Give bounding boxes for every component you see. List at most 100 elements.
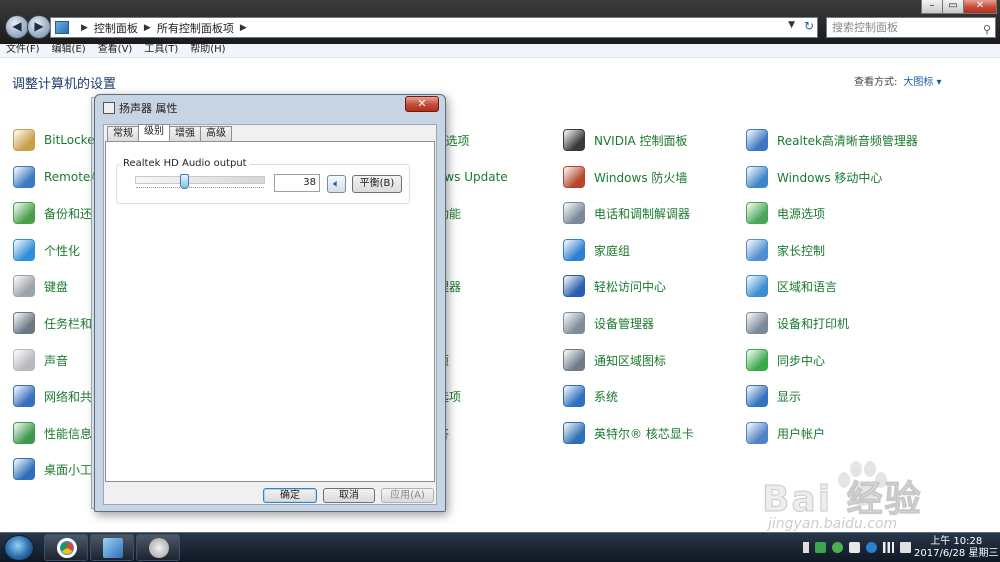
menu-tools[interactable]: 工具(T) [144,44,178,57]
minimize-button[interactable]: – [921,0,943,14]
cp-item-col3-8[interactable]: 英特尔® 核芯显卡 [563,421,694,445]
system-tray [803,542,911,553]
search-icon[interactable]: ⚲ [983,20,991,39]
cp-item-col3-7[interactable]: 系统 [563,384,618,408]
address-bar[interactable]: ▶ 控制面板 ▶ 所有控制面板项 ▶ ▼ ↻ [50,17,818,38]
cp-item-col1-3[interactable]: 个性化 [13,238,80,262]
apply-button[interactable]: 应用(A) [381,488,434,503]
chrome-taskbar-button[interactable] [44,534,88,561]
control-panel-taskbar-button[interactable] [90,534,134,561]
chevron-right-icon[interactable]: ▶ [240,23,247,33]
balance-button[interactable]: 平衡(B) [352,175,402,193]
menu-edit[interactable]: 编辑(E) [52,44,86,57]
item-label: Windows 移动中心 [777,170,883,185]
cp-item-col3-5-icon [563,312,585,334]
cp-item-col4-0[interactable]: Realtek高清晰音频管理器 [746,128,918,152]
tab-advanced[interactable]: 高级 [200,126,232,141]
cp-item-col3-6-icon [563,349,585,371]
cp-item-col1-8[interactable]: 性能信息 [13,421,92,445]
refresh-icon[interactable]: ↻ [804,19,814,33]
item-label: 电源选项 [777,206,826,221]
forward-button[interactable]: ▶ [27,15,51,39]
cp-item-col1-0[interactable]: BitLocke [13,128,95,152]
cp-item-col3-6[interactable]: 通知区域图标 [563,348,666,372]
cp-item-col4-4-icon [746,275,768,297]
close-window-button[interactable]: ✕ [963,0,997,14]
cp-item-col1-6[interactable]: 声音 [13,348,68,372]
close-icon[interactable]: ✕ [405,96,439,112]
tab-enhancements[interactable]: 增强 [169,126,201,141]
tab-strip: 常规 级别 增强 高级 [107,124,232,141]
tab-levels[interactable]: 级别 [138,124,170,141]
cp-item-col4-4[interactable]: 区域和语言 [746,274,837,298]
cp-item-col4-3[interactable]: 家长控制 [746,238,825,262]
menu-view[interactable]: 查看(V) [98,44,133,57]
item-label: Realtek高清晰音频管理器 [777,133,918,148]
battery-icon[interactable] [803,542,809,553]
cp-item-col1-7-icon [13,385,35,407]
volume-tray-icon[interactable] [900,542,911,553]
item-label: 用户帐户 [777,426,826,441]
cp-item-col4-7[interactable]: 显示 [746,384,801,408]
app-k-icon[interactable] [866,542,877,553]
maximize-button[interactable]: ▭ [942,0,964,14]
menu-help[interactable]: 帮助(H) [190,44,225,57]
explorer-title-bar: ◀ ▶ – ▭ ✕ ▶ 控制面板 ▶ 所有控制面板项 ▶ ▼ ↻ 搜索控制面板 … [0,0,1000,44]
sound-taskbar-button[interactable] [136,534,180,561]
cp-item-col1-1-icon [13,166,35,188]
cp-item-col4-5-icon [746,312,768,334]
cp-item-col3-4-icon [563,275,585,297]
cp-item-col1-7[interactable]: 网络和共 [13,384,92,408]
cp-item-col3-3[interactable]: 家庭组 [563,238,630,262]
cp-item-col4-8-icon [746,422,768,444]
clock[interactable]: 上午 10:28 2017/6/28 星期三 [914,536,998,560]
cp-item-col3-0[interactable]: NVIDIA 控制面板 [563,128,688,152]
cp-item-col4-5[interactable]: 设备和打印机 [746,311,849,335]
item-label: 系统 [594,389,619,404]
chrome-icon [57,538,77,558]
cp-item-col3-2[interactable]: 电话和调制解调器 [563,201,690,225]
signal-icon[interactable] [883,542,894,553]
network-icon[interactable] [849,542,860,553]
device-name: Realtek HD Audio output [120,158,250,169]
cp-item-col2-1[interactable]: ows Update [437,165,508,189]
search-input[interactable]: 搜索控制面板 ⚲ [826,17,996,38]
cp-item-col3-2-icon [563,202,585,224]
cp-item-col1-2[interactable]: 备份和还 [13,201,92,225]
cancel-button[interactable]: 取消 [323,488,375,503]
cp-item-col3-4[interactable]: 轻松访问中心 [563,274,666,298]
cp-item-col3-1-icon [563,166,585,188]
clock-time: 上午 10:28 [930,536,983,547]
tab-general[interactable]: 常规 [107,126,139,141]
back-button[interactable]: ◀ [5,15,29,39]
cp-item-col1-9[interactable]: 桌面小工 [13,457,92,481]
item-label: 通知区域图标 [594,353,667,368]
cp-item-col1-1[interactable]: RemoteA [13,165,99,189]
security-icon[interactable] [815,542,826,553]
item-label: 设备管理器 [594,316,655,331]
menu-file[interactable]: 文件(F) [6,44,40,57]
view-by-dropdown[interactable]: 大图标 ▾ [903,77,941,88]
cp-item-col4-1[interactable]: Windows 移动中心 [746,165,882,189]
ok-button[interactable]: 确定 [263,488,317,503]
breadcrumb-all-items[interactable]: 所有控制面板项 [157,20,234,36]
cp-item-col4-8[interactable]: 用户帐户 [746,421,825,445]
cp-item-col1-5[interactable]: 任务栏和 [13,311,92,335]
breadcrumb-control-panel[interactable]: 控制面板 [94,20,138,36]
volume-value-field[interactable]: 38 [274,174,320,192]
cp-item-col3-5[interactable]: 设备管理器 [563,311,654,335]
chevron-down-icon[interactable]: ▼ [788,20,795,30]
speaker-mute-icon[interactable]: 🔈︎ [327,175,346,193]
slider-ticks [136,187,264,190]
cp-item-col4-6[interactable]: 同步中心 [746,348,825,372]
start-button[interactable] [4,535,34,561]
cp-item-col4-2[interactable]: 电源选项 [746,201,825,225]
cp-item-col1-4[interactable]: 键盘 [13,274,68,298]
cp-item-col1-6-icon [13,349,35,371]
control-panel-icon [103,538,123,558]
volume-slider-track[interactable] [135,176,265,184]
cp-item-col4-2-icon [746,202,768,224]
shield-icon[interactable] [832,542,843,553]
cp-item-col3-1[interactable]: Windows 防火墙 [563,165,687,189]
cp-item-col1-0-icon [13,129,35,151]
